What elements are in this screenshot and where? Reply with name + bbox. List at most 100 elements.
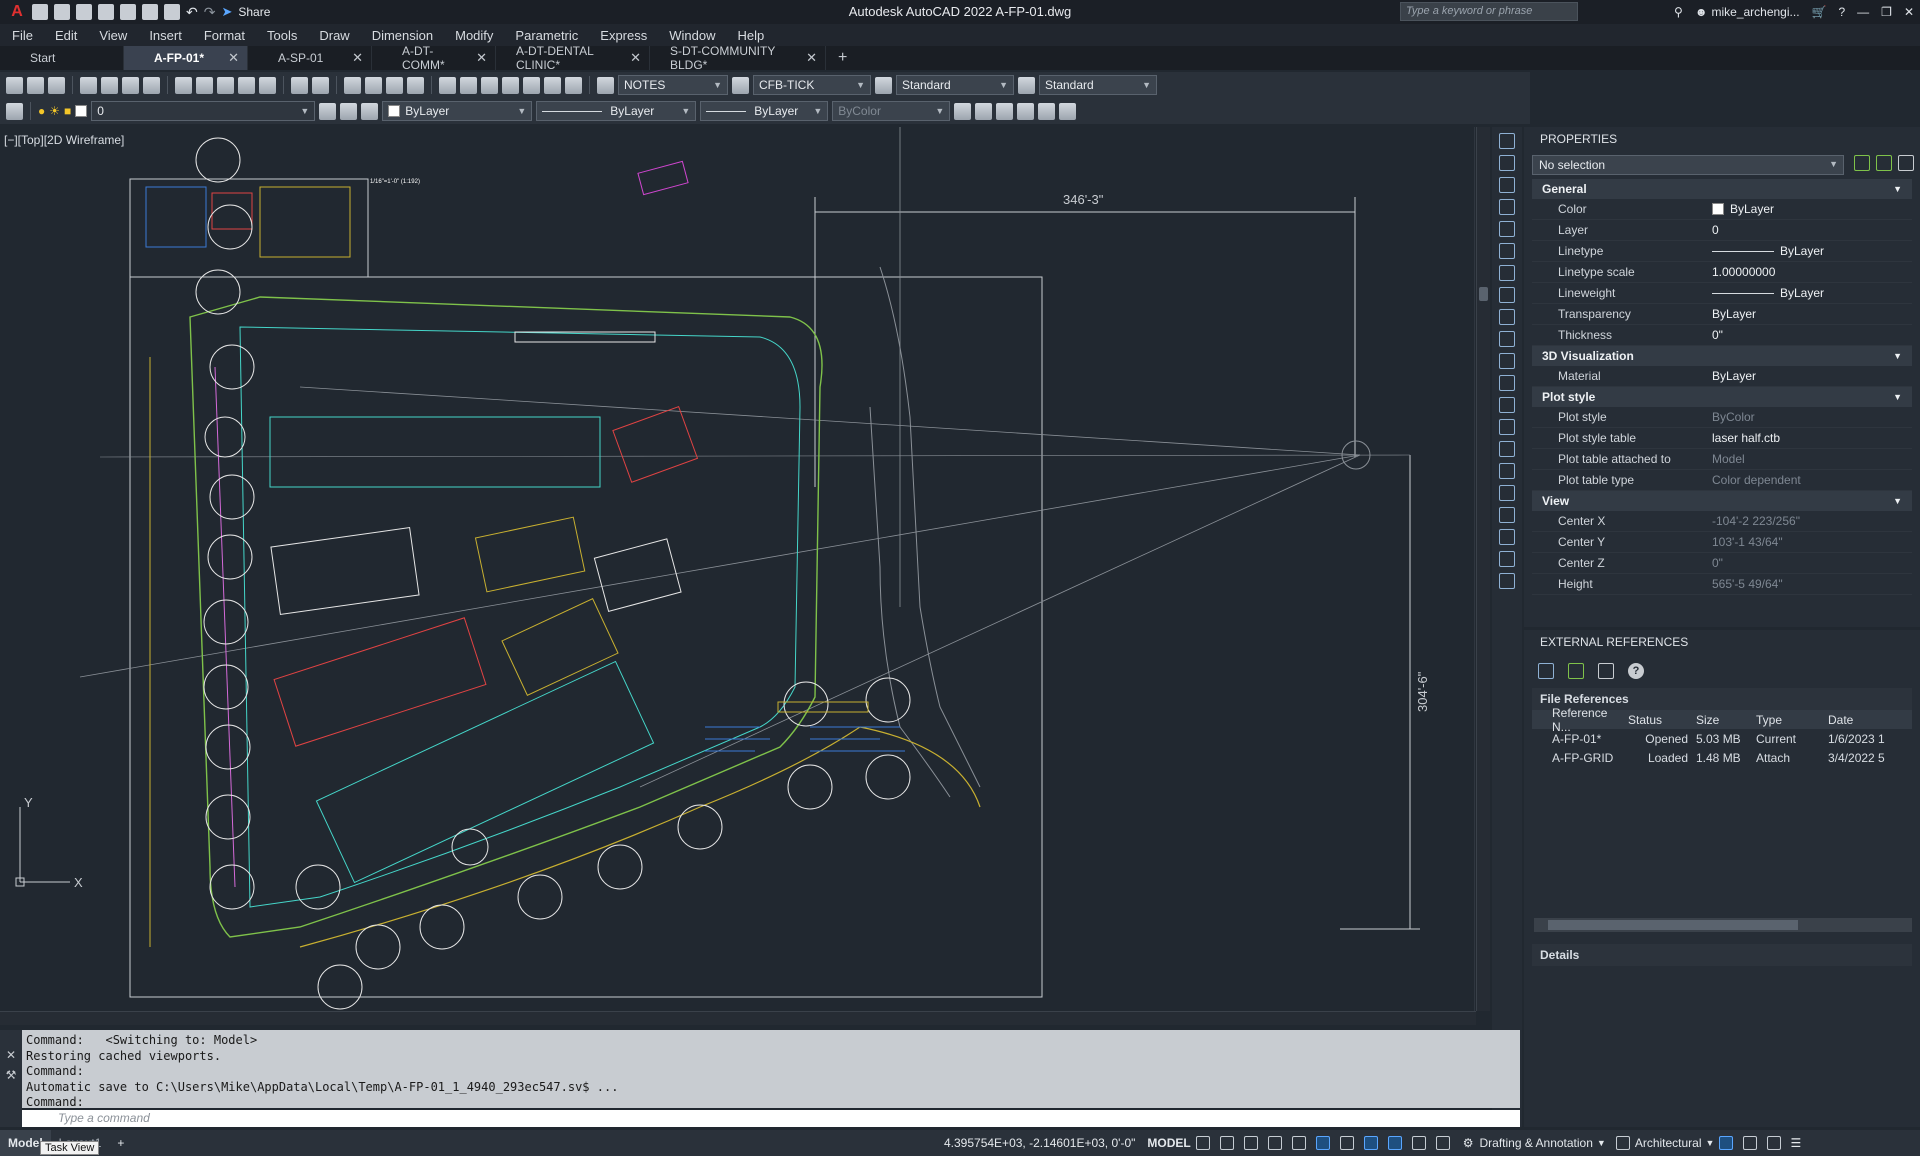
pan-icon[interactable] bbox=[344, 76, 361, 94]
open-icon[interactable] bbox=[27, 76, 44, 94]
property-row[interactable]: Height 565'-5 49/64" bbox=[1532, 574, 1912, 595]
match-properties-icon[interactable] bbox=[238, 76, 255, 94]
column-header[interactable]: Status bbox=[1628, 713, 1696, 727]
tab-a-dt-comm[interactable]: A-DT-COMM* ✕ bbox=[372, 44, 496, 72]
property-row[interactable]: Color ByLayer bbox=[1532, 199, 1912, 220]
property-row[interactable]: Plot style ByColor bbox=[1532, 407, 1912, 428]
gear-icon[interactable]: ⚙ bbox=[1463, 1136, 1474, 1150]
menu-express[interactable]: Express bbox=[600, 28, 647, 43]
search-input[interactable]: Type a keyword or phrase bbox=[1400, 2, 1578, 21]
save-as-icon[interactable] bbox=[98, 4, 114, 20]
quick-properties-icon[interactable] bbox=[1719, 1136, 1734, 1150]
dim-ordinate-icon[interactable] bbox=[1499, 507, 1515, 523]
select-objects-icon[interactable] bbox=[1876, 155, 1892, 171]
close-tab-icon[interactable]: ✕ bbox=[476, 50, 487, 66]
section-view[interactable]: View ▼ bbox=[1532, 491, 1912, 511]
polyline-tool-icon[interactable] bbox=[1499, 155, 1515, 171]
quick-select-icon[interactable] bbox=[1898, 155, 1914, 171]
scroll-thumb[interactable] bbox=[1479, 287, 1488, 301]
tab-a-fp-01[interactable]: A-FP-01* ✕ bbox=[124, 46, 248, 70]
layer-on-icon[interactable]: ● bbox=[38, 104, 45, 118]
object-snap-icon[interactable] bbox=[1387, 1136, 1402, 1150]
close-icon[interactable]: ✕ bbox=[1904, 5, 1914, 19]
new-icon[interactable] bbox=[6, 76, 23, 94]
dim-linear-icon[interactable] bbox=[1499, 397, 1515, 413]
menu-insert[interactable]: Insert bbox=[149, 28, 182, 43]
properties-icon[interactable] bbox=[439, 76, 456, 94]
mleader-style-dropdown[interactable]: Standard ▼ bbox=[1039, 75, 1157, 95]
menu-parametric[interactable]: Parametric bbox=[515, 28, 578, 43]
web-open-icon[interactable] bbox=[120, 4, 136, 20]
property-row[interactable]: Center Z 0" bbox=[1532, 553, 1912, 574]
design-center-icon[interactable] bbox=[460, 76, 477, 94]
section-3d-visualization[interactable]: 3D Visualization ▼ bbox=[1532, 346, 1912, 366]
close-tab-icon[interactable]: ✕ bbox=[352, 50, 363, 66]
vertical-scrollbar[interactable] bbox=[1476, 127, 1490, 1011]
help-icon[interactable] bbox=[565, 76, 582, 94]
gradient-tool-icon[interactable] bbox=[1499, 309, 1515, 325]
save-icon[interactable] bbox=[48, 76, 65, 94]
ortho-icon[interactable] bbox=[1291, 1136, 1306, 1150]
close-tab-icon[interactable]: ✕ bbox=[806, 50, 817, 66]
open-icon[interactable] bbox=[54, 4, 70, 20]
layer-previous-icon[interactable] bbox=[340, 102, 358, 120]
redo-icon[interactable] bbox=[312, 76, 329, 94]
toggle-pickadd-icon[interactable] bbox=[1854, 155, 1870, 171]
help-icon[interactable]: ? bbox=[1628, 663, 1644, 679]
undo-icon[interactable] bbox=[291, 76, 308, 94]
property-row[interactable]: Linetype ByLayer bbox=[1532, 241, 1912, 262]
table-row[interactable]: A-FP-01* Opened 5.03 MB Current 1/6/2023… bbox=[1532, 729, 1912, 748]
dim-style-icon[interactable] bbox=[732, 76, 749, 94]
property-row[interactable]: Plot table attached to Model bbox=[1532, 449, 1912, 470]
layer-lock-icon[interactable]: ■ bbox=[64, 104, 71, 118]
autocad-logo-icon[interactable]: A bbox=[8, 3, 26, 21]
plotstyle-dropdown[interactable]: ByColor ▼ bbox=[832, 101, 951, 121]
lineweight-icon[interactable] bbox=[1411, 1136, 1426, 1150]
bring-to-front-icon[interactable] bbox=[954, 102, 972, 120]
refresh-icon[interactable] bbox=[1568, 663, 1584, 679]
lineweight-dropdown[interactable]: ByLayer ▼ bbox=[700, 101, 829, 121]
column-header[interactable]: Type bbox=[1756, 713, 1828, 727]
coordinates-readout[interactable]: 4.395754E+03, -2.14601E+03, 0'-0" bbox=[944, 1136, 1135, 1150]
scroll-thumb[interactable] bbox=[1548, 920, 1798, 930]
column-header[interactable]: Reference N... bbox=[1532, 706, 1628, 734]
center-mark-icon[interactable] bbox=[1499, 573, 1515, 589]
dynamic-input-icon[interactable] bbox=[1267, 1136, 1282, 1150]
new-tab-button[interactable]: + bbox=[826, 46, 859, 70]
spline-tool-icon[interactable] bbox=[1499, 243, 1515, 259]
property-row[interactable]: Plot style table laser half.ctb bbox=[1532, 428, 1912, 449]
send-under-icon[interactable] bbox=[1017, 102, 1035, 120]
mleader-style-icon[interactable] bbox=[1018, 76, 1035, 94]
web-save-icon[interactable] bbox=[142, 4, 158, 20]
dim-aligned-icon[interactable] bbox=[1499, 419, 1515, 435]
property-row[interactable]: Material ByLayer bbox=[1532, 366, 1912, 387]
text-style-icon[interactable] bbox=[597, 76, 614, 94]
infer-constraints-icon[interactable] bbox=[1243, 1136, 1258, 1150]
tab-s-dt-community[interactable]: S-DT-COMMUNITY BLDG* ✕ bbox=[650, 44, 826, 72]
property-row[interactable]: Thickness 0" bbox=[1532, 325, 1912, 346]
wrench-icon[interactable]: ⚒ bbox=[0, 1068, 22, 1082]
layer-properties-icon[interactable] bbox=[6, 102, 23, 120]
object-snap-tracking-icon[interactable] bbox=[1363, 1136, 1378, 1150]
attach-dwg-icon[interactable] bbox=[1538, 663, 1554, 679]
property-row[interactable]: Lineweight ByLayer bbox=[1532, 283, 1912, 304]
tab-a-dt-dental[interactable]: A-DT-DENTAL CLINIC* ✕ bbox=[496, 44, 650, 72]
dim-angular-icon[interactable] bbox=[1499, 441, 1515, 457]
hatch-tool-icon[interactable] bbox=[1499, 287, 1515, 303]
share-button[interactable]: Share bbox=[238, 5, 270, 19]
3d-print-icon[interactable] bbox=[143, 76, 160, 94]
bring-above-icon[interactable] bbox=[996, 102, 1014, 120]
arc-tool-icon[interactable] bbox=[1499, 177, 1515, 193]
add-layout-button[interactable]: + bbox=[109, 1130, 132, 1156]
menu-format[interactable]: Format bbox=[204, 28, 245, 43]
undo-icon[interactable]: ↶ bbox=[186, 4, 198, 21]
property-row[interactable]: Linetype scale 1.00000000 bbox=[1532, 262, 1912, 283]
menu-window[interactable]: Window bbox=[669, 28, 715, 43]
hatch-to-back-icon[interactable] bbox=[1059, 102, 1077, 120]
maximize-icon[interactable]: ❐ bbox=[1881, 5, 1892, 19]
xref-horizontal-scrollbar[interactable] bbox=[1534, 918, 1912, 932]
dim-style-dropdown[interactable]: CFB-TICK ▼ bbox=[753, 75, 871, 95]
plot-icon[interactable] bbox=[164, 4, 180, 20]
linetype-dropdown[interactable]: ByLayer ▼ bbox=[536, 101, 697, 121]
region-tool-icon[interactable] bbox=[1499, 331, 1515, 347]
